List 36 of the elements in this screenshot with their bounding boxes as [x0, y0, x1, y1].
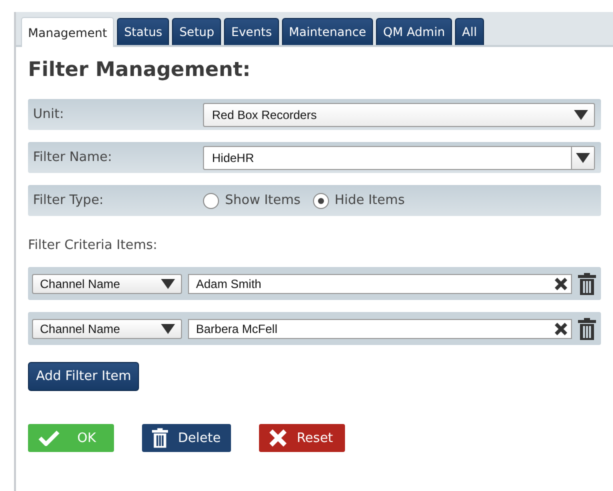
trash-icon[interactable] [578, 318, 596, 340]
value-field[interactable]: Barbera McFell [188, 318, 572, 338]
radio-label: Hide Items [334, 193, 405, 208]
clear-icon[interactable] [554, 276, 568, 290]
value-field[interactable]: Adam Smith [188, 274, 572, 294]
delete-button[interactable]: Delete [142, 424, 231, 452]
caret-icon [161, 278, 175, 288]
caret-icon [161, 324, 175, 334]
tab[interactable]: Management [21, 17, 114, 47]
tab[interactable]: Events [224, 18, 279, 45]
field-label: Filter Type: [33, 193, 105, 208]
add-filter-item-button[interactable]: Add Filter Item [28, 362, 140, 391]
trash-icon[interactable] [578, 272, 596, 294]
caret-icon [574, 110, 588, 120]
tab[interactable]: Setup [172, 18, 222, 45]
field-label: Filter Name: [33, 150, 114, 165]
field-dropdown[interactable]: Channel Name [32, 318, 182, 338]
tab[interactable]: All [455, 18, 484, 45]
tab[interactable]: Status [117, 18, 170, 45]
page-title: Filter Management: [28, 57, 252, 81]
reset-button[interactable]: Reset [258, 424, 346, 452]
field-dropdown[interactable]: Channel Name [32, 274, 182, 294]
tab[interactable]: Maintenance [282, 18, 374, 45]
trash-icon [152, 428, 168, 448]
radio-button[interactable] [312, 192, 329, 208]
field-label: Unit: [33, 107, 65, 122]
close-icon [268, 429, 287, 447]
section-label: Filter Criteria Items: [28, 238, 158, 253]
check-icon [38, 430, 60, 446]
clear-icon[interactable] [554, 322, 568, 336]
radio-button[interactable] [203, 192, 219, 208]
radio-label: Show Items [225, 193, 301, 208]
filter-name-dropdown[interactable]: HideHR [203, 146, 595, 170]
unit-dropdown[interactable]: Red Box Recorders [203, 102, 595, 126]
caret-icon [576, 152, 590, 162]
tab[interactable]: QM Admin [376, 18, 452, 45]
